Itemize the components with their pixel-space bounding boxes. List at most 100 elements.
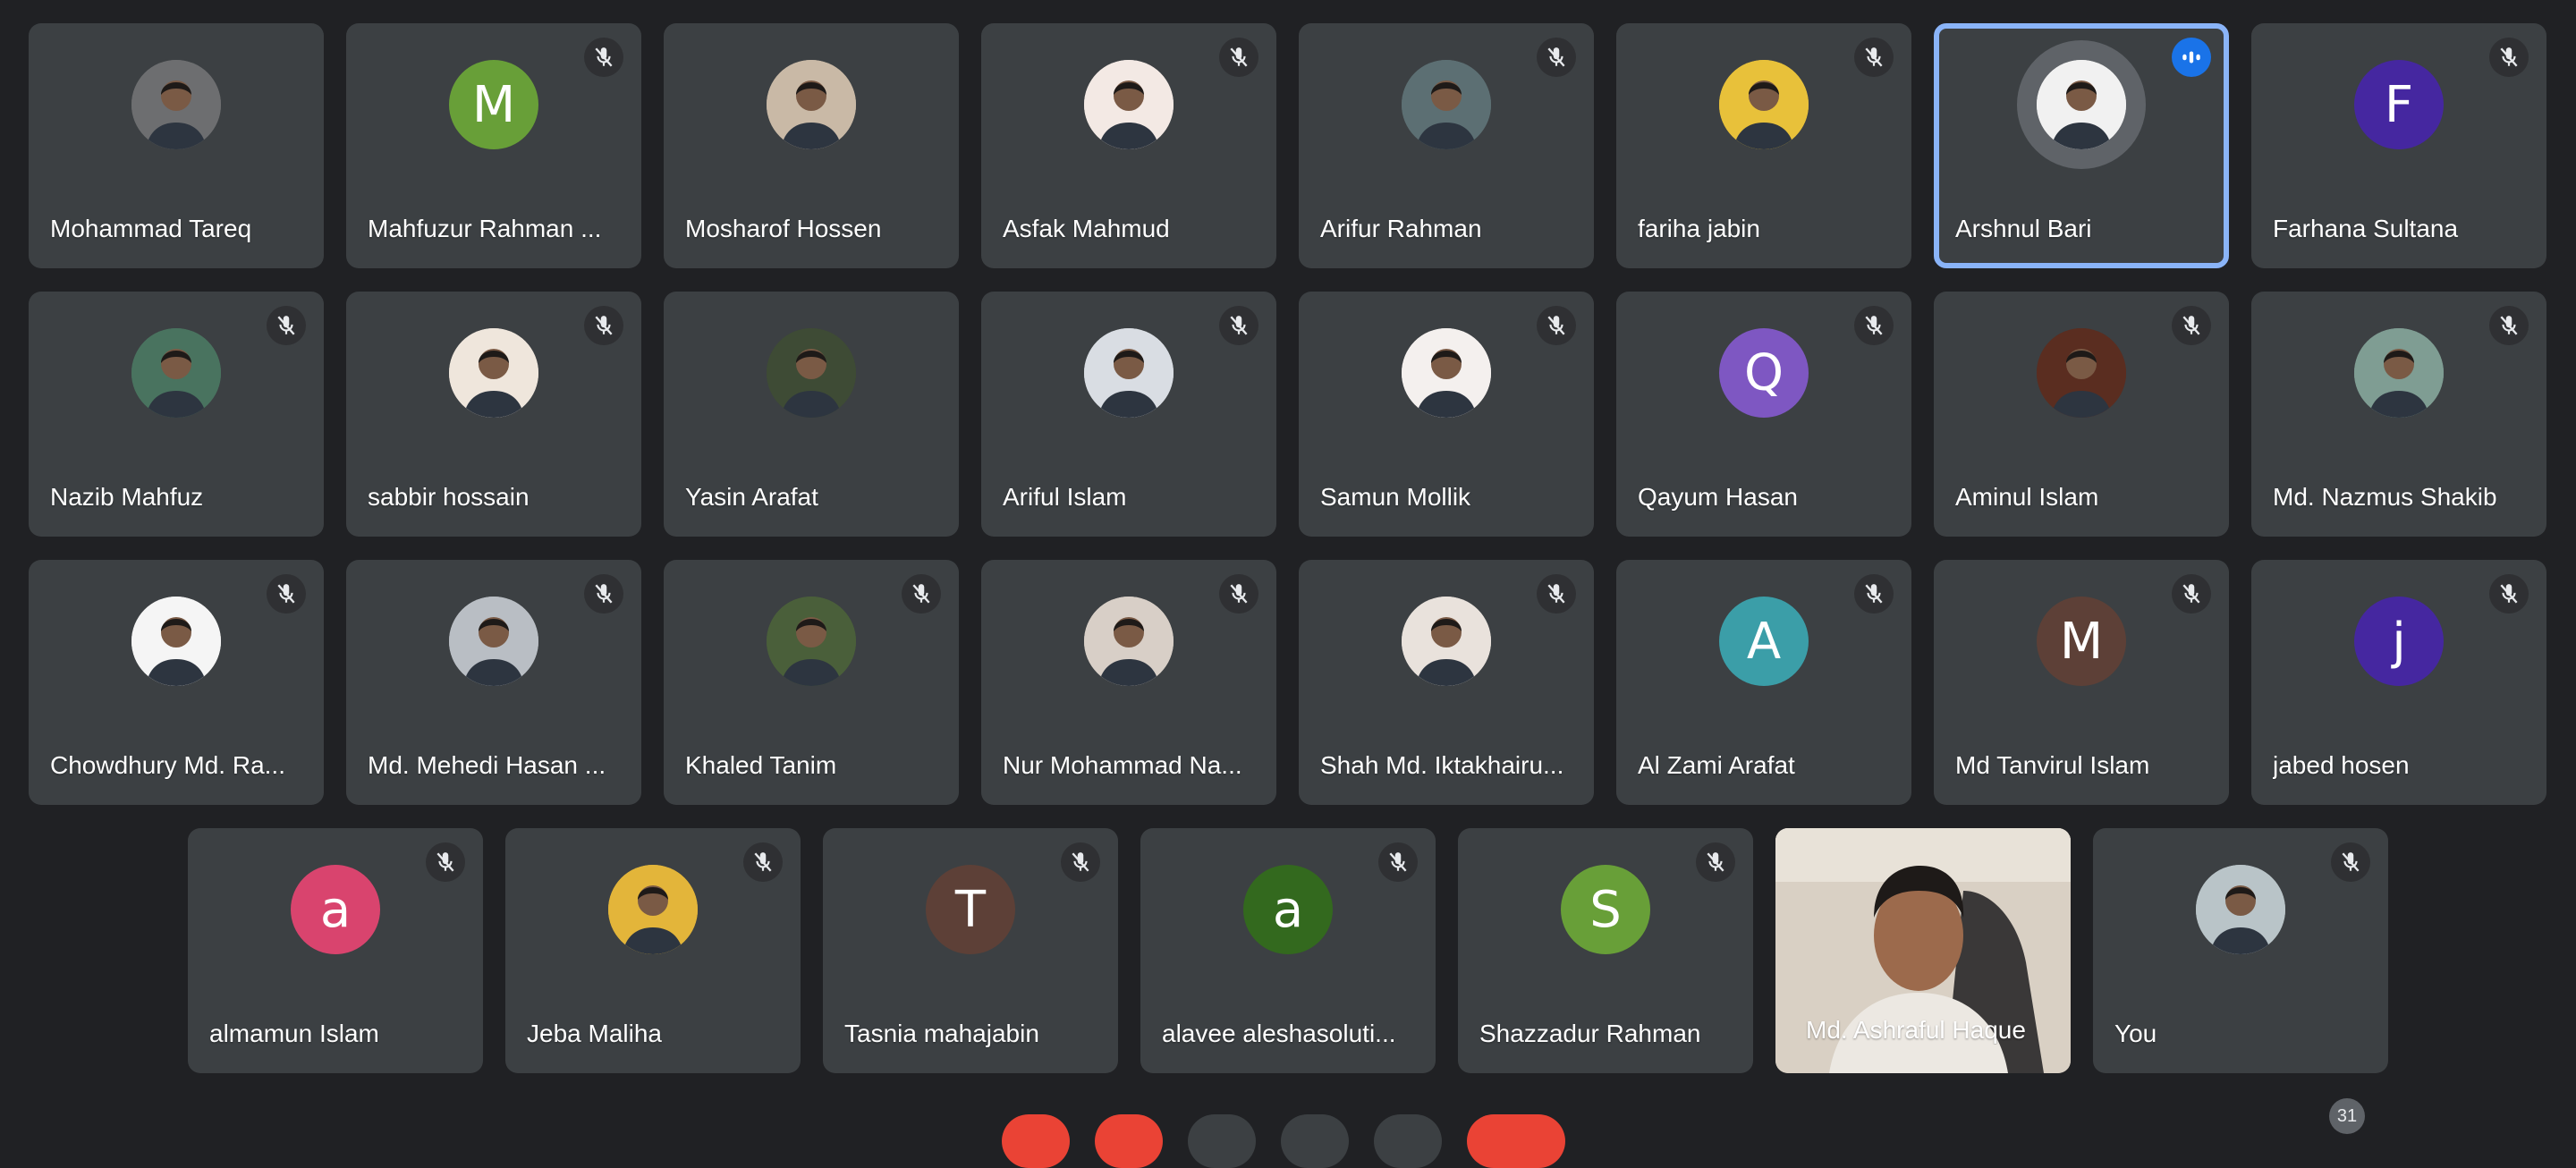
participant-tile-samun-mollik[interactable]: Samun Mollik xyxy=(1299,292,1594,537)
participant-tile-tasnia-mahajabin[interactable]: T Tasnia mahajabin xyxy=(823,828,1118,1073)
participant-tile-arifur-rahman[interactable]: Arifur Rahman xyxy=(1299,23,1594,268)
participant-tile-md-tanvirul-islam[interactable]: M Md Tanvirul Islam xyxy=(1934,560,2229,805)
participant-name: Mosharof Hossen xyxy=(685,215,882,242)
muted-indicator xyxy=(1219,38,1258,77)
profile-photo-icon xyxy=(767,597,856,686)
participant-tile-al-zami-arafat[interactable]: A Al Zami Arafat xyxy=(1616,560,1911,805)
participant-tile-khaled-tanim[interactable]: Khaled Tanim xyxy=(664,560,959,805)
muted-indicator xyxy=(267,574,306,614)
avatar-photo xyxy=(608,865,698,954)
participant-tile-md-ashraful-haque[interactable]: Md. Ashraful Haque xyxy=(1775,828,2071,1073)
participant-name: Nur Mohammad Na... xyxy=(1003,751,1242,779)
mic-off-icon xyxy=(2342,852,2360,872)
profile-photo-icon xyxy=(449,328,538,418)
mic-off-icon xyxy=(1072,852,1089,872)
participant-tile-mohammad-tareq[interactable]: Mohammad Tareq xyxy=(29,23,324,268)
participant-tile-nazib-mahfuz[interactable]: Nazib Mahfuz xyxy=(29,292,324,537)
avatar-photo xyxy=(2037,60,2126,149)
participant-name: Ariful Islam xyxy=(1003,483,1127,511)
muted-indicator xyxy=(1061,842,1100,882)
avatar-photo xyxy=(1402,597,1491,686)
avatar-letter: M xyxy=(2037,597,2126,686)
participant-tile-farhana-sultana[interactable]: F Farhana Sultana xyxy=(2251,23,2546,268)
mic-off-icon xyxy=(277,316,295,335)
participant-tile-jeba-maliha[interactable]: Jeba Maliha xyxy=(505,828,801,1073)
muted-indicator xyxy=(2172,306,2211,345)
participant-tile-yasin-arafat[interactable]: Yasin Arafat xyxy=(664,292,959,537)
muted-indicator xyxy=(1219,306,1258,345)
end-call-button[interactable] xyxy=(1467,1114,1565,1168)
participant-tile-chowdhury-md-ra[interactable]: Chowdhury Md. Ra... xyxy=(29,560,324,805)
meeting-controls-bar xyxy=(0,1107,2576,1168)
profile-photo-icon xyxy=(131,597,221,686)
participant-tile-asfak-mahmud[interactable]: Asfak Mahmud xyxy=(981,23,1276,268)
participant-tile-alavee-aleshasoluti[interactable]: a alavee aleshasoluti... xyxy=(1140,828,1436,1073)
participant-name: Md. Ashraful Haque xyxy=(1806,1016,2026,1044)
participant-tile-qayum-hasan[interactable]: Q Qayum Hasan xyxy=(1616,292,1911,537)
profile-photo-icon xyxy=(2037,60,2126,149)
participant-tile-md-mehedi-hasan[interactable]: Md. Mehedi Hasan ... xyxy=(346,560,641,805)
participant-tile-nur-mohammad-na[interactable]: Nur Mohammad Na... xyxy=(981,560,1276,805)
mic-off-icon xyxy=(1865,316,1883,335)
profile-photo-icon xyxy=(1084,60,1174,149)
participant-name: Jeba Maliha xyxy=(527,1020,662,1047)
present-screen-button[interactable] xyxy=(1281,1114,1349,1168)
speaking-indicator xyxy=(2172,38,2211,77)
profile-photo-icon xyxy=(1719,60,1809,149)
participant-tile-arshnul-bari[interactable]: Arshnul Bari xyxy=(1934,23,2229,268)
mic-off-icon xyxy=(1230,584,1248,604)
participant-tile-sabbir-hossain[interactable]: sabbir hossain xyxy=(346,292,641,537)
avatar-letter: j xyxy=(2354,597,2444,686)
participant-tile-aminul-islam[interactable]: Aminul Islam xyxy=(1934,292,2229,537)
avatar-letter: A xyxy=(1719,597,1809,686)
muted-indicator xyxy=(1378,842,1418,882)
captions-button[interactable] xyxy=(1188,1114,1256,1168)
toggle-camera-button[interactable] xyxy=(1095,1114,1163,1168)
participant-name: Asfak Mahmud xyxy=(1003,215,1170,242)
speaking-indicator-icon xyxy=(2182,51,2200,63)
mic-off-icon xyxy=(1230,47,1248,67)
avatar-photo xyxy=(131,597,221,686)
muted-indicator xyxy=(1537,306,1576,345)
participant-name: alavee aleshasoluti... xyxy=(1162,1020,1396,1047)
muted-indicator xyxy=(2489,574,2529,614)
muted-indicator xyxy=(1854,38,1894,77)
avatar-photo xyxy=(131,60,221,149)
participant-name: Mohammad Tareq xyxy=(50,215,252,242)
avatar-photo xyxy=(2037,328,2126,418)
avatar-photo xyxy=(1084,597,1174,686)
avatar-photo xyxy=(1402,60,1491,149)
muted-indicator xyxy=(584,306,623,345)
mic-off-icon xyxy=(1865,584,1883,604)
participant-name: You xyxy=(2114,1020,2157,1047)
more-options-button[interactable] xyxy=(1374,1114,1442,1168)
participant-tile-md-nazmus-shakib[interactable]: Md. Nazmus Shakib xyxy=(2251,292,2546,537)
participant-name: Nazib Mahfuz xyxy=(50,483,204,511)
participant-tile-almamun-islam[interactable]: a almamun Islam xyxy=(188,828,483,1073)
muted-indicator xyxy=(1696,842,1735,882)
avatar-letter: a xyxy=(1243,865,1333,954)
participant-tile-shazzadur-rahman[interactable]: S Shazzadur Rahman xyxy=(1458,828,1753,1073)
toggle-mic-button[interactable] xyxy=(1002,1114,1070,1168)
participant-tile-mahfuzur-rahman[interactable]: M Mahfuzur Rahman ... xyxy=(346,23,641,268)
mic-off-icon xyxy=(1389,852,1407,872)
profile-photo-icon xyxy=(1402,328,1491,418)
participant-tile-ariful-islam[interactable]: Ariful Islam xyxy=(981,292,1276,537)
participant-tile-jabed-hosen[interactable]: j jabed hosen xyxy=(2251,560,2546,805)
avatar-photo xyxy=(1084,60,1174,149)
mic-off-icon xyxy=(277,584,295,604)
participant-name: almamun Islam xyxy=(209,1020,379,1047)
participant-tile-shah-md-iktakhairu[interactable]: Shah Md. Iktakhairu... xyxy=(1299,560,1594,805)
avatar-photo xyxy=(449,597,538,686)
participant-tile-fariha-jabin[interactable]: fariha jabin xyxy=(1616,23,1911,268)
profile-photo-icon xyxy=(1402,597,1491,686)
avatar-photo xyxy=(449,328,538,418)
profile-photo-icon xyxy=(1084,328,1174,418)
participant-name: Chowdhury Md. Ra... xyxy=(50,751,285,779)
participant-name: Khaled Tanim xyxy=(685,751,837,779)
participant-count-badge[interactable]: 31 xyxy=(2329,1098,2365,1134)
participant-tile-mosharof-hossen[interactable]: Mosharof Hossen xyxy=(664,23,959,268)
participant-tile-you[interactable]: You xyxy=(2093,828,2388,1073)
participant-name: Mahfuzur Rahman ... xyxy=(368,215,602,242)
participant-name: Al Zami Arafat xyxy=(1638,751,1795,779)
